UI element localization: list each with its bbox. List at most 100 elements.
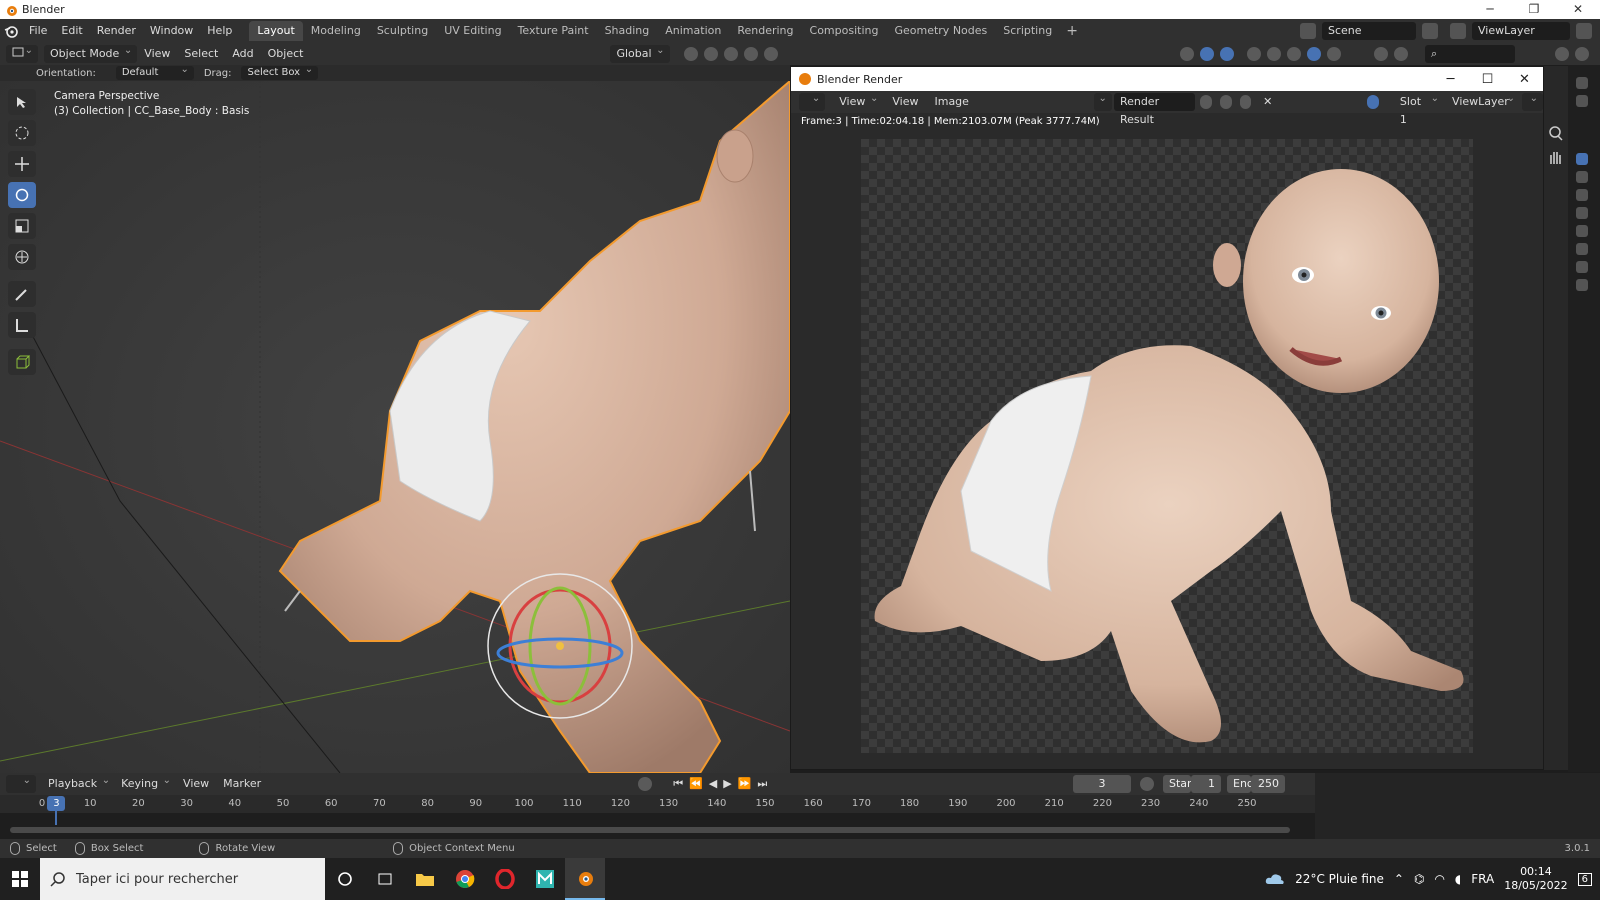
cortana-button[interactable]	[325, 858, 365, 900]
open-image-icon[interactable]	[1239, 95, 1252, 109]
tab-layout[interactable]: Layout	[249, 21, 303, 41]
new-image-icon[interactable]	[1219, 95, 1232, 109]
viewport-menu-add[interactable]: Add	[225, 43, 260, 65]
render-minimize-button[interactable]: ─	[1432, 72, 1469, 87]
scale-tool[interactable]	[8, 213, 36, 239]
camera-icon[interactable]	[1576, 261, 1588, 273]
view-mode-dropdown[interactable]: View	[833, 90, 884, 111]
viewport-menu-view[interactable]: View	[137, 43, 177, 65]
network-icon[interactable]: ⌬	[1414, 872, 1424, 886]
measure-tool[interactable]	[8, 312, 36, 338]
keying-menu[interactable]: Keying	[115, 772, 177, 793]
tab-uv-editing[interactable]: UV Editing	[436, 21, 509, 41]
frame-ruler[interactable]: 0 10 20 30 40 50 60 70 80 90 100 110 120 130 140 150 160…	[0, 795, 1315, 813]
tray-overflow-icon[interactable]: ⌃	[1394, 872, 1404, 886]
start-button[interactable]	[0, 858, 40, 900]
xray-icon[interactable]	[1247, 47, 1261, 61]
material-preview-icon[interactable]	[1307, 47, 1321, 61]
editor-type-dropdown[interactable]	[799, 90, 826, 111]
weather-text[interactable]: 22°C Pluie fine	[1295, 872, 1384, 886]
visibility-icon[interactable]	[1180, 47, 1194, 61]
slot-dropdown[interactable]: Slot 1	[1393, 90, 1445, 126]
camera-icon[interactable]	[1576, 171, 1588, 183]
cursor-tool[interactable]	[8, 120, 36, 146]
3d-viewport[interactable]: Camera Perspective (3) Collection | CC_B…	[0, 81, 790, 773]
snap-target-icon[interactable]	[723, 47, 738, 61]
move-tool[interactable]	[8, 151, 36, 177]
transform-tool[interactable]	[8, 244, 36, 270]
add-cube-tool[interactable]	[8, 349, 36, 375]
view-layer-icon[interactable]	[1450, 23, 1466, 39]
render-view-layer-dropdown[interactable]: ViewLayer	[1446, 90, 1521, 111]
rotate-tool[interactable]	[8, 182, 36, 208]
transform-orientation-dropdown[interactable]: Global	[610, 42, 670, 63]
notifications-button[interactable]: 6	[1577, 872, 1592, 886]
new-collection-icon[interactable]	[1575, 47, 1589, 61]
timeline-view-menu[interactable]: View	[176, 773, 216, 795]
tab-compositing[interactable]: Compositing	[802, 21, 887, 41]
orientation-dropdown[interactable]: Default	[115, 63, 194, 80]
camera-icon[interactable]	[1576, 279, 1588, 291]
new-scene-icon[interactable]	[1422, 23, 1438, 39]
playback-menu[interactable]: Playback	[42, 772, 116, 793]
display-mode-icon[interactable]	[1394, 47, 1408, 61]
marker-menu[interactable]: Marker	[216, 773, 268, 795]
outliner-search-input[interactable]: ⌕	[1425, 45, 1515, 63]
tab-geometry-nodes[interactable]: Geometry Nodes	[886, 21, 995, 41]
playhead-line[interactable]	[55, 811, 58, 825]
explorer-button[interactable]	[405, 858, 445, 900]
scene-icon[interactable]	[1300, 23, 1316, 39]
unlink-image-icon[interactable]: ✕	[1256, 91, 1279, 113]
viewport-menu-object[interactable]: Object	[261, 43, 311, 65]
camera-icon[interactable]	[1576, 153, 1588, 165]
timeline-body[interactable]: 0 10 20 30 40 50 60 70 80 90 100 110 120 130 140 150 160…	[0, 795, 1315, 839]
camera-icon[interactable]	[1576, 243, 1588, 255]
display-channels-dropdown[interactable]	[1522, 90, 1543, 111]
menu-edit[interactable]: Edit	[54, 19, 89, 43]
add-workspace-button[interactable]: +	[1060, 23, 1084, 39]
image-browse-dropdown[interactable]	[1093, 90, 1112, 111]
new-view-layer-icon[interactable]	[1576, 23, 1592, 39]
blender-menu-icon[interactable]	[0, 19, 22, 43]
minimize-button[interactable]: ─	[1468, 0, 1512, 19]
render-maximize-button[interactable]: ☐	[1469, 72, 1506, 87]
menu-help[interactable]: Help	[200, 19, 239, 43]
viewport-menu-select[interactable]: Select	[177, 43, 225, 65]
filter-icon[interactable]	[1555, 47, 1569, 61]
wifi-icon[interactable]: ◠	[1434, 872, 1444, 886]
opera-button[interactable]	[485, 858, 525, 900]
preview-range-icon[interactable]	[1140, 777, 1154, 791]
select-box-tool[interactable]	[8, 89, 36, 115]
tab-shading[interactable]: Shading	[597, 21, 658, 41]
fake-user-icon[interactable]	[1200, 95, 1212, 109]
wireframe-shading-icon[interactable]	[1267, 47, 1281, 61]
drag-dropdown[interactable]: Select Box	[241, 63, 319, 80]
task-view-button[interactable]	[365, 858, 405, 900]
start-frame-field[interactable]: 1	[1191, 775, 1221, 793]
image-name-field[interactable]: Render Result	[1113, 93, 1196, 126]
maya-button[interactable]	[525, 858, 565, 900]
solid-shading-icon[interactable]	[1287, 47, 1301, 61]
overlay-icon[interactable]	[1220, 47, 1234, 61]
current-frame-field[interactable]: 3	[1073, 775, 1131, 793]
maximize-button[interactable]: ❐	[1512, 0, 1556, 19]
menu-file[interactable]: File	[22, 19, 54, 43]
chrome-button[interactable]	[445, 858, 485, 900]
outliner-filter-icon[interactable]	[1374, 47, 1388, 61]
end-frame-field[interactable]: 250	[1251, 775, 1285, 793]
record-icon[interactable]	[638, 777, 653, 791]
tab-modeling[interactable]: Modeling	[303, 21, 369, 41]
gizmo-icon[interactable]	[1367, 95, 1379, 109]
render-close-button[interactable]: ✕	[1506, 72, 1543, 87]
timeline-scrollbar[interactable]	[10, 827, 1290, 833]
volume-icon[interactable]: ◖	[1455, 872, 1461, 886]
tab-animation[interactable]: Animation	[657, 21, 729, 41]
camera-icon[interactable]	[1576, 225, 1588, 237]
camera-icon[interactable]	[1576, 207, 1588, 219]
language-indicator[interactable]: FRA	[1471, 872, 1494, 886]
view-layer-field[interactable]: ViewLayer	[1472, 22, 1570, 40]
annotate-tool[interactable]	[8, 281, 36, 307]
tab-scripting[interactable]: Scripting	[995, 21, 1060, 41]
clock[interactable]: 00:14 18/05/2022	[1504, 865, 1567, 893]
menu-window[interactable]: Window	[143, 19, 200, 43]
